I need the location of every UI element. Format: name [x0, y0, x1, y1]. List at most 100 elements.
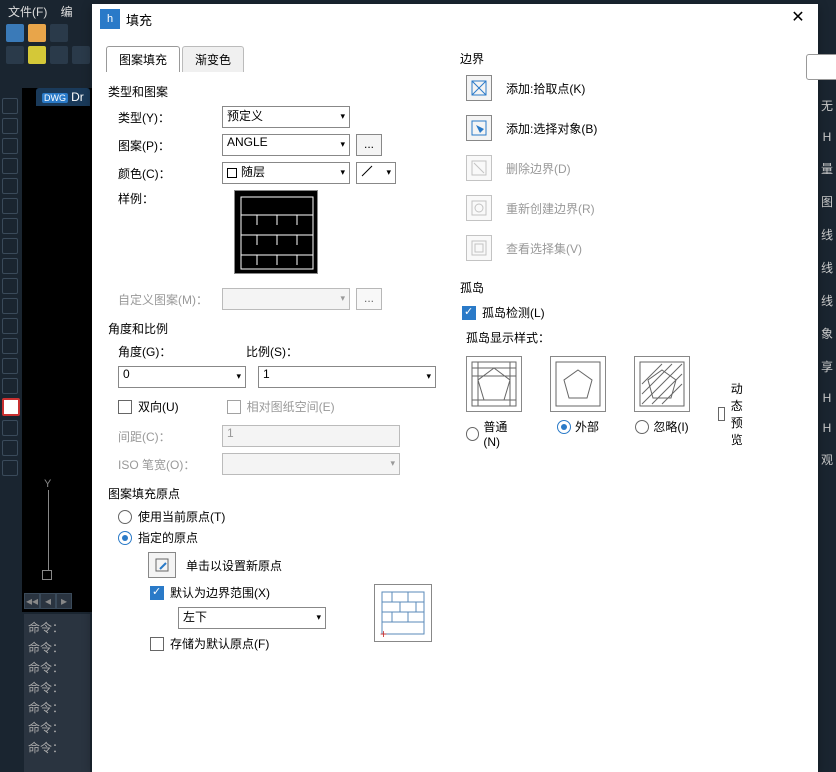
tab-gradient[interactable]: 渐变色: [182, 46, 244, 72]
toolbar-icon[interactable]: [50, 46, 68, 64]
tool-icon[interactable]: [2, 238, 18, 254]
type-label: 类型(Y)：: [106, 109, 222, 126]
island-ignore-thumb[interactable]: [634, 356, 690, 412]
tool-icon[interactable]: [2, 158, 18, 174]
app-icon: h: [100, 9, 120, 29]
toolbar-icon[interactable]: [50, 24, 68, 42]
default-extents-label: 默认为边界范围(X): [170, 584, 270, 601]
tool-icon[interactable]: [2, 440, 18, 456]
command-line-area[interactable]: 命令： 命令： 命令： 命令： 命令： 命令： 命令：: [24, 614, 90, 772]
tool-icon[interactable]: [2, 198, 18, 214]
section-boundary: 边界: [460, 50, 750, 67]
spacing-label: 间距(C)：: [106, 428, 222, 445]
island-detection-checkbox[interactable]: [462, 306, 476, 320]
specify-origin-radio[interactable]: [118, 531, 132, 545]
store-default-origin-checkbox[interactable]: [150, 637, 164, 651]
tool-icon[interactable]: [2, 98, 18, 114]
tab-pattern-fill[interactable]: 图案填充: [106, 46, 180, 72]
use-current-origin-radio[interactable]: [118, 510, 132, 524]
scroll-prev-icon[interactable]: ◂◂: [24, 593, 40, 609]
tool-icon[interactable]: [2, 138, 18, 154]
tool-hatch-icon[interactable]: [2, 398, 20, 416]
tool-icon[interactable]: [2, 178, 18, 194]
add-select-objects-label: 添加:选择对象(B): [506, 120, 597, 137]
left-toolbar: [0, 96, 20, 478]
hatch-dialog: h 填充 ✕ 图案填充 渐变色 类型和图案 类型(Y)： 预定义▾ 图案(P)：…: [92, 4, 818, 772]
sample-preview[interactable]: [234, 190, 318, 274]
pattern-browse-button[interactable]: ...: [356, 134, 382, 156]
island-ignore-radio[interactable]: [635, 420, 649, 434]
angle-label: 角度(G)：: [118, 343, 246, 360]
island-outer-thumb[interactable]: [550, 356, 606, 412]
dynamic-preview-checkbox[interactable]: [718, 407, 725, 421]
toolbar-icon[interactable]: [6, 46, 24, 64]
section-angle-scale: 角度和比例: [108, 320, 436, 337]
color-secondary-select[interactable]: ▾: [356, 162, 396, 184]
tool-icon[interactable]: [2, 420, 18, 436]
store-default-origin-label: 存储为默认原点(F): [170, 635, 269, 652]
section-origin: 图案填充原点: [108, 485, 436, 502]
drawing-canvas[interactable]: [22, 88, 92, 612]
island-normal-label: 普通(N): [483, 418, 522, 449]
tool-icon[interactable]: [2, 460, 18, 476]
tool-icon[interactable]: [2, 278, 18, 294]
tool-icon[interactable]: [2, 358, 18, 374]
bidir-label: 双向(U): [138, 398, 179, 415]
axis-origin-box: [42, 570, 52, 580]
tool-icon[interactable]: [2, 378, 18, 394]
scale-label: 比例(S)：: [246, 343, 298, 360]
menu-edit[interactable]: 编: [61, 5, 73, 19]
set-origin-button[interactable]: [148, 552, 176, 578]
dialog-title: 填充: [126, 10, 786, 29]
set-origin-label: 单击以设置新原点: [186, 557, 282, 574]
ям island-normal-radio[interactable]: [466, 427, 479, 441]
tool-icon[interactable]: [2, 118, 18, 134]
tool-icon[interactable]: [2, 258, 18, 274]
dynamic-preview-label: 动态预览: [731, 380, 750, 448]
pattern-select[interactable]: ANGLE▾: [222, 134, 350, 156]
add-pick-points-button[interactable]: [466, 75, 492, 101]
delete-boundary-button: [466, 155, 492, 181]
svg-text:+: +: [380, 627, 387, 638]
tool-icon[interactable]: [2, 318, 18, 334]
sample-label: 样例：: [106, 190, 222, 207]
type-select[interactable]: 预定义▾: [222, 106, 350, 128]
axis-y-label: Y: [44, 478, 51, 490]
scroll-left-icon[interactable]: ◂: [40, 593, 56, 609]
use-current-origin-label: 使用当前原点(T): [138, 508, 225, 525]
toolbar-icon[interactable]: [72, 46, 90, 64]
recreate-boundary-button: [466, 195, 492, 221]
scroll-right-icon[interactable]: ▸: [56, 593, 72, 609]
island-outer-radio[interactable]: [557, 420, 571, 434]
default-extents-checkbox[interactable]: [150, 586, 164, 600]
delete-boundary-label: 删除边界(D): [506, 160, 571, 177]
angle-select[interactable]: 0▾: [118, 366, 246, 388]
section-type-pattern: 类型和图案: [108, 83, 436, 100]
close-button[interactable]: ✕: [786, 7, 810, 31]
axis-arrow: [48, 490, 49, 570]
tool-icon[interactable]: [2, 338, 18, 354]
paperspace-label: 相对图纸空间(E): [247, 398, 335, 415]
tool-icon[interactable]: [2, 298, 18, 314]
view-selection-button: [466, 235, 492, 261]
recreate-boundary-label: 重新创建边界(R): [506, 200, 595, 217]
drawing-tab[interactable]: DWG Dr: [36, 88, 90, 106]
toolbar-icon[interactable]: [28, 24, 46, 42]
tool-icon[interactable]: [2, 218, 18, 234]
spacing-input: 1: [222, 425, 400, 447]
scale-select[interactable]: 1▾: [258, 366, 436, 388]
island-normal-thumb[interactable]: [466, 356, 522, 412]
origin-position-select[interactable]: 左下▾: [178, 607, 326, 629]
toolbar-icon[interactable]: [28, 46, 46, 64]
color-label: 颜色(C)：: [106, 165, 222, 182]
add-select-objects-button[interactable]: [466, 115, 492, 141]
right-edge-labels: 引无 H量 图线 线线 象享 HH 观: [818, 60, 836, 468]
iso-penwidth-select: ▾: [222, 453, 400, 475]
color-select[interactable]: 随层▾: [222, 162, 350, 184]
toolbar-icon[interactable]: [6, 24, 24, 42]
pattern-label: 图案(P)：: [106, 137, 222, 154]
preview-button[interactable]: 预览: [806, 54, 836, 80]
bidir-checkbox[interactable]: [118, 400, 132, 414]
menu-file[interactable]: 文件(F): [8, 5, 47, 19]
custom-pattern-label: 自定义图案(M)：: [106, 291, 222, 308]
